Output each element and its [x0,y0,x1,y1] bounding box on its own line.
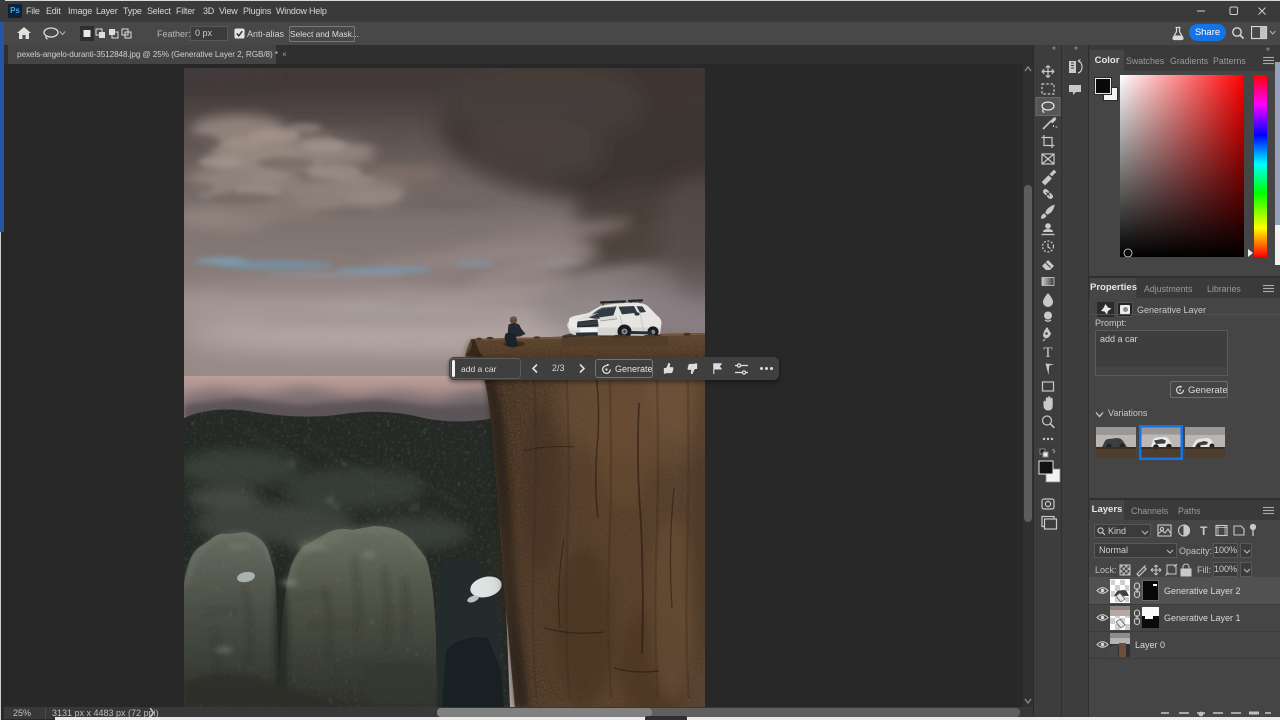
svg-text:T: T [1043,345,1052,361]
svg-text:T: T [1200,524,1208,538]
svg-text:«: « [1074,45,1078,52]
svg-text:«: « [1052,45,1056,52]
